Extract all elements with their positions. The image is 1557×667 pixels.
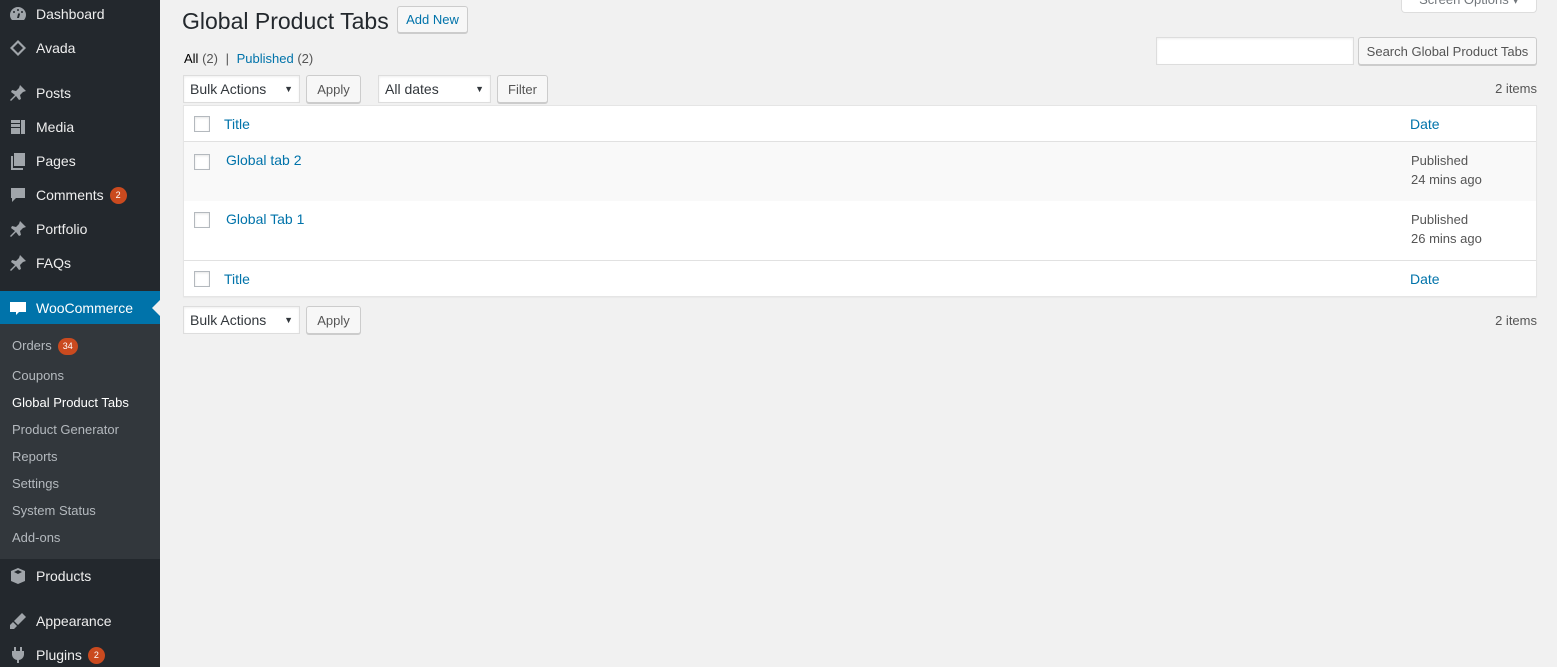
table-footer-row: Title Date <box>184 260 1536 296</box>
menu-item-portfolio[interactable]: Portfolio <box>0 212 160 246</box>
table-header-row: Title Date <box>184 106 1536 142</box>
screen-options-button[interactable]: Screen Options ▾ <box>1401 0 1537 13</box>
row-title-link[interactable]: Global tab 2 <box>226 152 302 168</box>
main-content: Global Product Tabs Add New Screen Optio… <box>160 0 1557 667</box>
menu-label: Portfolio <box>36 221 88 237</box>
avada-icon <box>0 38 36 58</box>
submenu-label: Orders <box>12 338 52 353</box>
menu-item-woocommerce[interactable]: WooCommerce <box>0 291 160 325</box>
table-row: Global tab 2 Published 24 mins ago <box>184 142 1536 201</box>
row-date: Published 24 mins ago <box>1411 151 1482 189</box>
search-input[interactable] <box>1156 37 1354 65</box>
submenu-item-reports[interactable]: Reports <box>12 449 58 464</box>
menu-item-avada[interactable]: Avada <box>0 31 160 65</box>
row-status: Published <box>1411 212 1469 227</box>
submenu-item-settings[interactable]: Settings <box>12 476 59 491</box>
filter-published-count: (2) <box>297 51 314 66</box>
row-checkbox[interactable] <box>194 212 210 228</box>
menu-label: Posts <box>36 85 72 101</box>
apply-button-bottom[interactable]: Apply <box>306 306 361 334</box>
pin-icon <box>0 83 36 103</box>
menu-item-plugins[interactable]: Plugins 2 <box>0 638 160 667</box>
dropdown-arrow-icon: ▼ <box>284 84 293 94</box>
row-date: Published 26 mins ago <box>1411 210 1482 248</box>
select-all-checkbox-footer[interactable] <box>194 271 210 287</box>
menu-label: Avada <box>36 40 76 56</box>
items-count-bottom: 2 items <box>1495 313 1537 328</box>
appearance-icon <box>0 611 36 631</box>
pin-icon <box>0 219 36 239</box>
admin-sidebar: Dashboard Avada Posts Media Pages Commen… <box>0 0 160 667</box>
add-new-button[interactable]: Add New <box>397 6 468 33</box>
submenu-item-global-product-tabs[interactable]: Global Product Tabs <box>12 395 129 410</box>
menu-label: Plugins <box>36 647 82 663</box>
dashboard-icon <box>0 4 36 24</box>
dates-value: All dates <box>385 81 439 97</box>
menu-label: Media <box>36 119 75 135</box>
submenu-item-coupons[interactable]: Coupons <box>12 368 64 383</box>
menu-item-comments[interactable]: Comments 2 <box>0 178 160 212</box>
filter-published-link[interactable]: Published <box>237 51 294 66</box>
bulk-actions-value: Bulk Actions <box>190 81 267 97</box>
pin-icon <box>0 253 36 273</box>
filter-separator: | <box>225 51 229 66</box>
filter-button[interactable]: Filter <box>497 75 548 103</box>
filter-all-link[interactable]: All <box>184 51 198 66</box>
row-time: 24 mins ago <box>1411 172 1482 187</box>
products-icon <box>0 566 36 586</box>
title-column-header[interactable]: Title <box>224 116 250 132</box>
menu-item-faqs[interactable]: FAQs <box>0 246 160 280</box>
date-column-footer[interactable]: Date <box>1410 271 1440 287</box>
apply-button-top[interactable]: Apply <box>306 75 361 103</box>
page-title: Global Product Tabs <box>182 8 389 34</box>
orders-count-badge: 34 <box>57 338 78 356</box>
menu-item-appearance[interactable]: Appearance <box>0 604 160 638</box>
bulk-actions-value: Bulk Actions <box>190 312 267 328</box>
menu-item-products[interactable]: Products <box>0 559 160 593</box>
submenu-item-system-status[interactable]: System Status <box>12 503 96 518</box>
plugins-icon <box>0 645 36 665</box>
current-menu-arrow <box>152 300 160 316</box>
menu-item-media[interactable]: Media <box>0 110 160 144</box>
dropdown-arrow-icon: ▼ <box>475 84 484 94</box>
search-button[interactable]: Search Global Product Tabs <box>1358 37 1537 65</box>
menu-item-pages[interactable]: Pages <box>0 144 160 178</box>
comments-icon <box>0 185 36 205</box>
bulk-actions-select-top[interactable]: Bulk Actions ▼ <box>183 75 300 103</box>
row-time: 26 mins ago <box>1411 231 1482 246</box>
menu-label: Products <box>36 568 92 584</box>
dropdown-arrow-icon: ▼ <box>284 315 293 325</box>
date-column-header[interactable]: Date <box>1410 116 1440 132</box>
menu-label: Appearance <box>36 613 112 629</box>
submenu-item-product-generator[interactable]: Product Generator <box>12 422 119 437</box>
woocommerce-submenu: Orders 34 Coupons Global Product Tabs Pro… <box>0 324 160 559</box>
comments-count-badge: 2 <box>109 186 127 204</box>
title-column-footer[interactable]: Title <box>224 271 250 287</box>
row-checkbox[interactable] <box>194 154 210 170</box>
select-all-checkbox[interactable] <box>194 116 210 132</box>
plugins-count-badge: 2 <box>87 646 105 664</box>
posts-table: Title Date Global tab 2 Published 24 min… <box>183 105 1537 297</box>
pages-icon <box>0 151 36 171</box>
table-row: Global Tab 1 Published 26 mins ago <box>184 201 1536 260</box>
row-status: Published <box>1411 153 1469 168</box>
menu-label: Pages <box>36 153 76 169</box>
bulk-actions-select-bottom[interactable]: Bulk Actions ▼ <box>183 306 300 334</box>
dates-select[interactable]: All dates ▼ <box>378 75 491 103</box>
media-icon <box>0 117 36 137</box>
menu-label: WooCommerce <box>36 300 133 316</box>
menu-label: Dashboard <box>36 6 105 22</box>
menu-item-dashboard[interactable]: Dashboard <box>0 0 160 31</box>
items-count-top: 2 items <box>1495 81 1537 96</box>
submenu-item-add-ons[interactable]: Add-ons <box>12 530 60 545</box>
row-title-link[interactable]: Global Tab 1 <box>226 211 304 227</box>
status-filter-links: All (2) | Published (2) <box>184 51 313 66</box>
menu-label: FAQs <box>36 255 72 271</box>
woo-icon <box>0 298 36 318</box>
submenu-item-orders[interactable]: Orders 34 <box>12 338 78 356</box>
filter-all-count: (2) <box>202 51 218 66</box>
menu-item-posts[interactable]: Posts <box>0 76 160 110</box>
menu-label: Comments <box>36 187 104 203</box>
